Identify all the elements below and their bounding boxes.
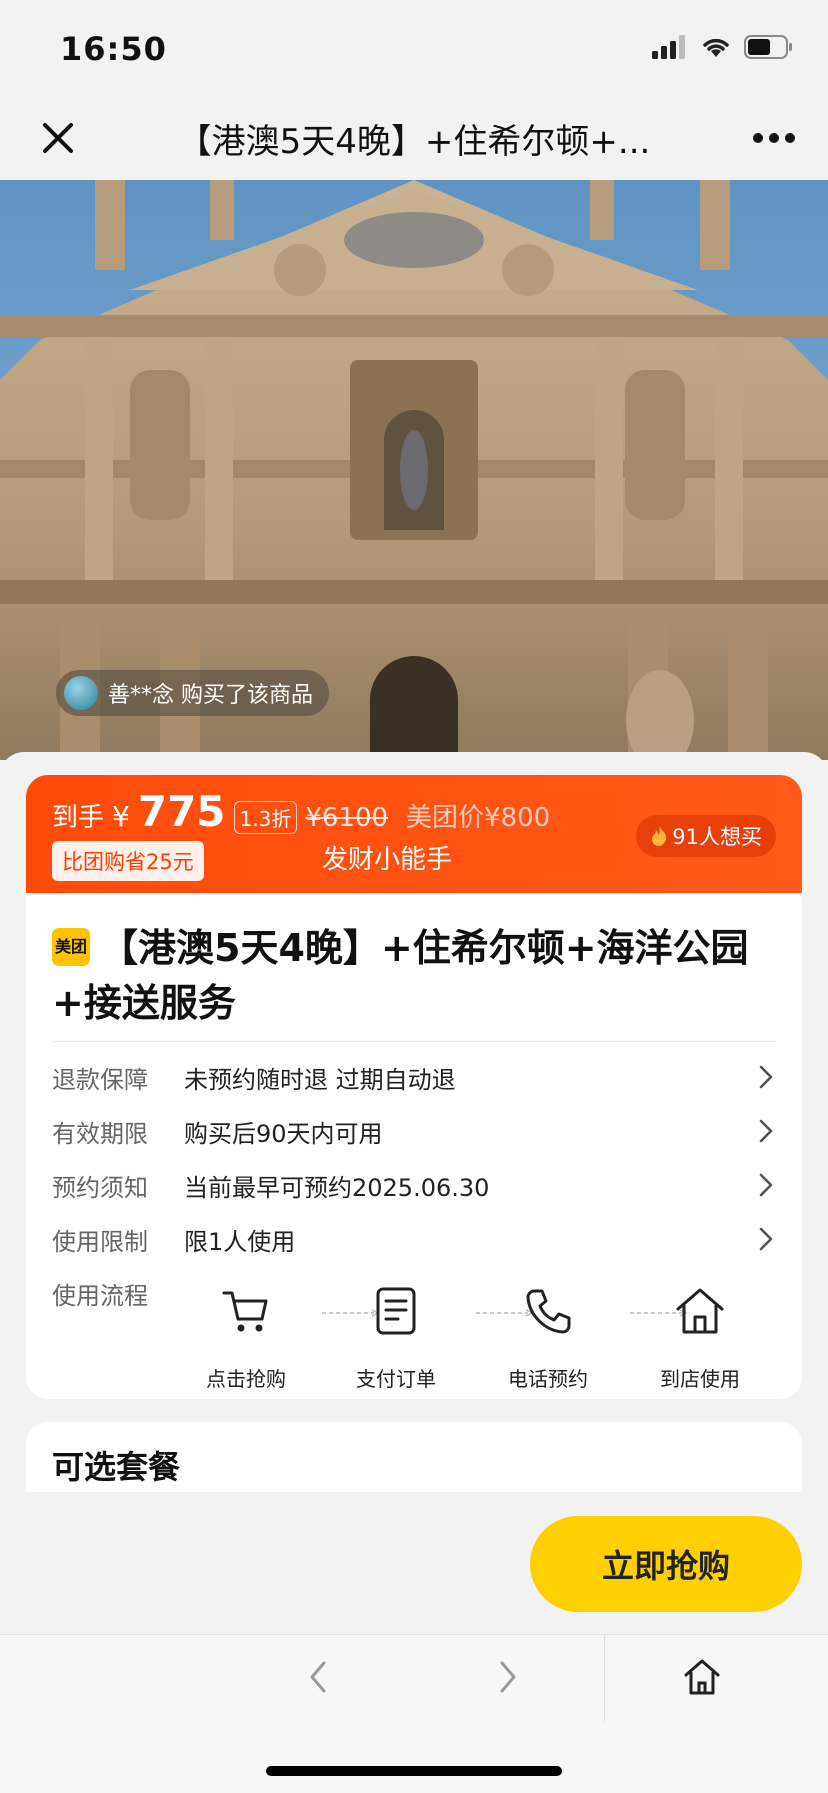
package-options-card: 可选套餐 [26, 1422, 802, 1492]
toolbar-divider [604, 1635, 605, 1721]
page-title: 【港澳5天4晚】+住希尔顿+... [177, 122, 651, 162]
chevron-right-icon [759, 1065, 773, 1089]
status-time: 16:50 [60, 30, 167, 68]
wifi-icon [703, 38, 729, 57]
status-bar: 16:50 [0, 0, 828, 96]
forward-icon[interactable] [490, 1655, 526, 1699]
flow-step-call: 电话预约 [488, 1283, 608, 1392]
close-icon[interactable] [32, 112, 84, 164]
meituan-logo: 美团 [52, 927, 90, 966]
currency-symbol: ¥ [112, 800, 130, 833]
price-row: 到手 ¥ 775 1.3折 ¥6100 美团价¥800 [52, 787, 550, 836]
price-banner: 到手 ¥ 775 1.3折 ¥6100 美团价¥800 比团购省25元 发财小能… [26, 775, 802, 893]
flow-step-label: 支付订单 [356, 1367, 436, 1391]
detail-row-refund[interactable]: 退款保障 未预约随时退 过期自动退 [52, 1057, 776, 1097]
detail-row-validity[interactable]: 有效期限 购买后90天内可用 [52, 1111, 776, 1151]
navigation-bar: 【港澳5天4晚】+住希尔顿+... [0, 96, 828, 180]
buy-now-button[interactable]: 立即抢购 [530, 1516, 802, 1612]
final-price-label: 到手 [52, 803, 105, 833]
divider [52, 1041, 776, 1042]
home-icon[interactable] [682, 1655, 722, 1699]
usage-flow: 点击抢购 支付订单 电话预约 到店使用 [186, 1283, 786, 1403]
original-price: ¥6100 [305, 803, 389, 833]
back-icon[interactable] [300, 1655, 336, 1699]
detail-value: 购买后90天内可用 [184, 1119, 383, 1148]
chevron-right-icon [759, 1119, 773, 1143]
product-title-row: 美团 【港澳5天4晚】+住希尔顿+海洋公园+接送服务 [52, 921, 772, 1031]
meituan-price: 美团价¥800 [406, 803, 551, 833]
buyer-notice-text: 善**念 购买了该商品 [108, 683, 313, 708]
detail-row-usage-limit[interactable]: 使用限制 限1人使用 [52, 1219, 776, 1259]
home-indicator [266, 1766, 562, 1776]
chevron-right-icon [759, 1227, 773, 1251]
flow-step-pay: 支付订单 [336, 1283, 456, 1392]
flow-label: 使用流程 [52, 1281, 148, 1310]
savings-badge: 比团购省25元 [52, 841, 204, 881]
flow-step-label: 到店使用 [660, 1367, 740, 1391]
product-title: 【港澳5天4晚】+住希尔顿+海洋公园+接送服务 [52, 926, 749, 1025]
flow-step-label: 电话预约 [508, 1367, 588, 1391]
phone-icon [526, 1289, 571, 1334]
flow-step-buy: 点击抢购 [186, 1283, 306, 1392]
home-icon [676, 1288, 724, 1334]
package-options-title: 可选套餐 [52, 1448, 181, 1486]
flow-step-visit: 到店使用 [640, 1283, 760, 1392]
avatar [64, 676, 98, 710]
detail-row-flow: 使用流程 [52, 1273, 184, 1313]
recent-buyer-badge: 善**念 购买了该商品 [56, 670, 329, 716]
more-icon[interactable] [750, 116, 798, 160]
seller-name[interactable]: 发财小能手 [322, 839, 452, 876]
document-icon [376, 1287, 416, 1335]
hero-image[interactable]: 善**念 购买了该商品 [0, 180, 828, 760]
flame-icon [652, 826, 667, 846]
status-icons [652, 34, 794, 60]
detail-value: 限1人使用 [184, 1227, 296, 1256]
detail-value: 当前最早可预约2025.06.30 [184, 1173, 490, 1202]
flow-step-label: 点击抢购 [206, 1367, 286, 1391]
product-info-card: 美团 【港澳5天4晚】+住希尔顿+海洋公园+接送服务 退款保障 未预约随时退 过期… [26, 893, 802, 1399]
detail-value: 未预约随时退 过期自动退 [184, 1065, 456, 1094]
final-price: 775 [137, 787, 226, 836]
cart-icon [222, 1291, 268, 1332]
chevron-right-icon [759, 1173, 773, 1197]
detail-label: 退款保障 [52, 1065, 148, 1094]
detail-row-booking[interactable]: 预约须知 当前最早可预约2025.06.30 [52, 1165, 776, 1205]
want-count-badge: 91人想买 [636, 815, 776, 857]
detail-label: 使用限制 [52, 1227, 148, 1256]
battery-icon [744, 35, 792, 59]
detail-label: 有效期限 [52, 1119, 148, 1148]
detail-label: 预约须知 [52, 1173, 148, 1202]
discount-badge: 1.3折 [233, 801, 298, 834]
signal-icon [652, 35, 685, 59]
want-count: 91人想买 [672, 825, 762, 849]
